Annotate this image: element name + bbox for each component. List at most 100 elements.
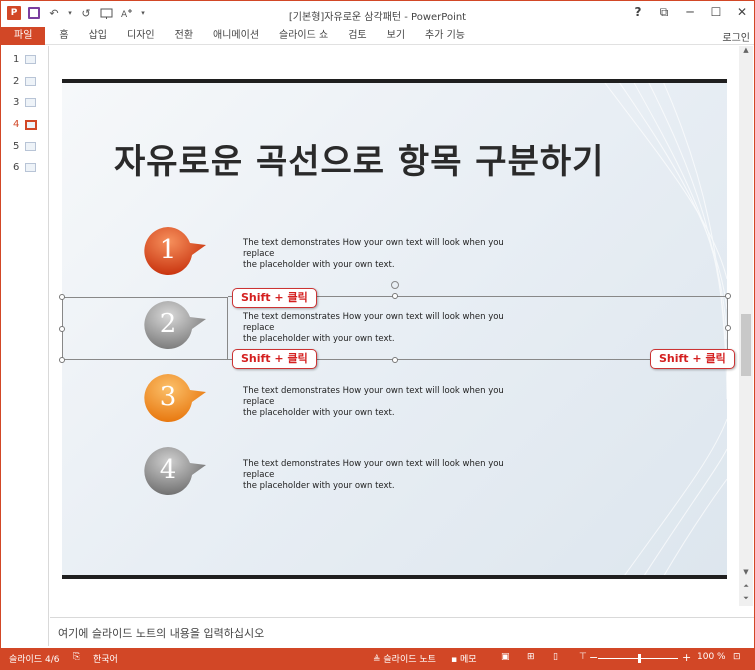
slide-preview-icon (25, 98, 36, 107)
shift-click-callout: Shift + 클릭 (232, 349, 317, 369)
tab-slideshow[interactable]: 슬라이드 쇼 (269, 27, 338, 45)
reading-view-icon[interactable]: ▯ (553, 652, 558, 662)
normal-view-icon[interactable]: ▣ (501, 652, 510, 662)
slide-preview-icon (25, 55, 36, 64)
slide-preview-icon (25, 163, 36, 172)
notes-toggle-button[interactable]: ≜ 슬라이드 노트 (373, 652, 436, 665)
quick-access-toolbar: P ↶ ▾ ↺ A ▾ (7, 6, 147, 20)
minimize-icon[interactable]: ─ (684, 5, 696, 20)
resize-handle[interactable] (59, 294, 65, 300)
customize-toolbar-icon[interactable]: ▾ (139, 6, 147, 20)
title-bar: P ↶ ▾ ↺ A ▾ [기본형]자유로운 삼각패턴 - PowerPoint … (1, 1, 754, 27)
zoom-level[interactable]: 100 % (697, 652, 726, 662)
scroll-down-icon[interactable]: ▼ (739, 568, 753, 578)
next-slide-icon[interactable]: ⏷ (739, 594, 753, 604)
item-text-line: The text demonstrates How your own text … (243, 238, 504, 259)
ribbon-display-icon[interactable]: ⧉ (658, 5, 670, 20)
comments-button[interactable]: ▪ 메모 (451, 652, 477, 665)
language-indicator[interactable]: 한국어 (93, 652, 118, 665)
powerpoint-app-icon[interactable]: P (7, 6, 21, 20)
selection-box-badge[interactable] (62, 297, 228, 360)
save-icon[interactable] (27, 6, 41, 20)
svg-text:A: A (121, 10, 128, 20)
tab-addins[interactable]: 추가 기능 (415, 27, 475, 45)
login-link[interactable]: 로그인 (722, 29, 750, 44)
slide-number: 5 (13, 141, 20, 152)
powerpoint-window: P ↶ ▾ ↺ A ▾ [기본형]자유로운 삼각패턴 - PowerPoint … (0, 0, 755, 670)
font-size-icon[interactable]: A (119, 6, 133, 20)
tab-animations[interactable]: 애니메이션 (203, 27, 269, 45)
item-text-line: the placeholder with your own text. (243, 408, 395, 418)
badge-number: 3 (159, 382, 177, 412)
maximize-icon[interactable]: ☐ (710, 5, 722, 20)
vertical-scrollbar[interactable]: ▲ ▼ ⏶ ⏷ (739, 46, 753, 606)
notes-placeholder[interactable]: 여기에 슬라이드 노트의 내용을 입력하십시오 (58, 625, 264, 641)
tab-transitions[interactable]: 전환 (165, 27, 203, 45)
tab-insert[interactable]: 삽입 (79, 27, 117, 45)
slide-number: 6 (13, 162, 20, 173)
item-text-1[interactable]: The text demonstrates How your own text … (243, 238, 533, 271)
resize-handle[interactable] (392, 357, 398, 363)
tab-file[interactable]: 파일 (1, 26, 46, 45)
resize-handle[interactable] (725, 293, 731, 299)
number-badge-3[interactable]: 3 (142, 372, 206, 422)
rotate-handle-icon[interactable] (391, 281, 399, 289)
comments-label: 메모 (459, 655, 477, 665)
slide-preview-icon (25, 77, 36, 86)
item-text-line: the placeholder with your own text. (243, 260, 395, 270)
slide-number: 1 (13, 54, 20, 65)
slide-number: 4 (13, 119, 20, 130)
zoom-out-button[interactable]: − (589, 651, 598, 664)
undo-icon[interactable]: ↶ (47, 6, 61, 20)
close-icon[interactable]: ✕ (736, 5, 748, 20)
slide-bottom-bar (62, 575, 727, 579)
fit-to-window-icon[interactable]: ⊡ (733, 652, 741, 662)
slide-title[interactable]: 자유로운 곡선으로 항목 구분하기 (114, 134, 604, 183)
undo-dropdown-icon[interactable]: ▾ (67, 6, 73, 20)
number-badge-4[interactable]: 4 (142, 445, 206, 495)
scrollbar-thumb[interactable] (741, 314, 751, 376)
item-text-3[interactable]: The text demonstrates How your own text … (243, 386, 533, 419)
slideshow-view-icon[interactable]: ⊤ (579, 652, 587, 662)
slide-thumbnail[interactable]: 5 (13, 141, 36, 152)
item-text-line: The text demonstrates How your own text … (243, 459, 504, 480)
slide-thumbnail-active[interactable]: 4 (13, 119, 37, 130)
item-text-line: the placeholder with your own text. (243, 481, 395, 491)
tab-design[interactable]: 디자인 (117, 27, 165, 45)
resize-handle[interactable] (392, 293, 398, 299)
slide-thumbnail-pane: 1 2 3 4 5 6 (1, 46, 49, 646)
previous-slide-icon[interactable]: ⏶ (739, 582, 753, 592)
item-text-4[interactable]: The text demonstrates How your own text … (243, 459, 533, 492)
slide-number: 2 (13, 76, 20, 87)
tab-view[interactable]: 보기 (377, 27, 415, 45)
slide-thumbnail[interactable]: 2 (13, 76, 36, 87)
badge-number: 1 (159, 235, 177, 265)
redo-icon[interactable]: ↺ (79, 6, 93, 20)
resize-handle[interactable] (59, 357, 65, 363)
start-slideshow-icon[interactable] (99, 6, 113, 20)
tab-home[interactable]: 홈 (49, 27, 78, 45)
slide-top-bar (62, 79, 727, 83)
notes-toggle-label: 슬라이드 노트 (383, 655, 436, 665)
spellcheck-icon[interactable]: ⎘ (73, 652, 80, 662)
item-text-line: The text demonstrates How your own text … (243, 386, 504, 407)
slide-number: 3 (13, 97, 20, 108)
slide-preview-icon (25, 119, 37, 130)
slide-preview-icon (25, 142, 36, 151)
slide-thumbnail[interactable]: 6 (13, 162, 36, 173)
notes-pane[interactable]: 여기에 슬라이드 노트의 내용을 입력하십시오 (50, 617, 754, 647)
tab-review[interactable]: 검토 (338, 27, 376, 45)
shift-click-callout: Shift + 클릭 (232, 288, 317, 308)
slide-thumbnail[interactable]: 1 (13, 54, 36, 65)
zoom-in-button[interactable]: + (682, 651, 691, 664)
slide-sorter-icon[interactable]: ⊞ (527, 652, 535, 662)
zoom-slider-knob[interactable] (638, 654, 641, 663)
scroll-up-icon[interactable]: ▲ (739, 46, 753, 56)
slide-thumbnail[interactable]: 3 (13, 97, 36, 108)
status-bar: 슬라이드 4/6 ⎘ 한국어 ≜ 슬라이드 노트 ▪ 메모 ▣ ⊞ ▯ ⊤ − … (1, 648, 754, 669)
help-icon[interactable]: ? (632, 5, 644, 20)
resize-handle[interactable] (59, 326, 65, 332)
badge-number: 4 (159, 455, 177, 485)
resize-handle[interactable] (725, 325, 731, 331)
number-badge-1[interactable]: 1 (142, 225, 206, 275)
